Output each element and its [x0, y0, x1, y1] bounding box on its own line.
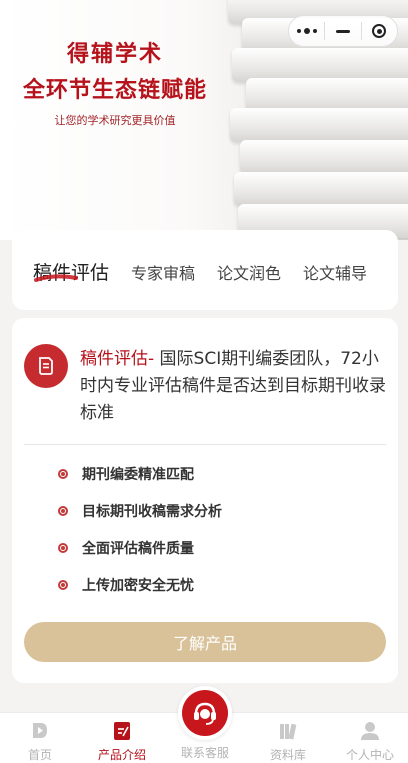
more-menu-button[interactable] [289, 16, 324, 46]
product-icon [114, 722, 130, 740]
nav-contact-label: 联系客服 [180, 746, 229, 760]
nav-home[interactable]: 首页 [4, 713, 76, 763]
minimize-button[interactable] [325, 16, 360, 46]
learn-product-button[interactable]: 了解产品 [24, 622, 386, 662]
user-icon [361, 722, 379, 740]
feature-item: 上传加密安全无忧 [58, 575, 194, 595]
document-icon [24, 344, 68, 388]
active-tab-underline [34, 274, 78, 282]
feature-item: 期刊编委精准匹配 [58, 464, 194, 484]
minimize-icon [335, 29, 350, 33]
feature-item: 全面评估稿件质量 [58, 538, 194, 558]
product-detail-card: 稿件评估- 国际SCI期刊编委团队，72小时内专业评估稿件是否达到目标期刊收录标… [12, 318, 398, 683]
banner-subtitle: 让您的学术研究更具价值 [54, 114, 176, 127]
divider [24, 444, 386, 445]
tab-expert-review[interactable]: 专家审稿 [131, 260, 195, 284]
home-icon [33, 723, 47, 738]
bullet-icon [58, 506, 68, 516]
tab-polishing[interactable]: 论文润色 [217, 260, 281, 284]
product-name-highlight: 稿件评估- [80, 349, 155, 369]
banner-title: 得辅学术 [66, 42, 163, 67]
product-tabs: 稿件评估 专家审稿 论文润色 论文辅导 [12, 230, 398, 310]
bullet-icon [58, 543, 68, 553]
contact-service-button[interactable] [178, 686, 232, 740]
library-icon [280, 723, 297, 740]
feature-item: 目标期刊收稿需求分析 [58, 501, 222, 521]
nav-library[interactable]: 资料库 [252, 713, 324, 763]
nav-products[interactable]: 产品介绍 [86, 713, 158, 763]
bullet-icon [58, 580, 68, 590]
target-close-icon [372, 24, 387, 38]
nav-profile[interactable]: 个人中心 [334, 713, 406, 763]
tab-tutoring[interactable]: 论文辅导 [303, 260, 367, 284]
close-miniprogram-button[interactable] [362, 16, 397, 46]
banner-slogan: 全环节生态链赋能 [22, 78, 207, 103]
more-dots-icon [296, 28, 317, 34]
headset-icon [194, 702, 216, 725]
bullet-icon [58, 469, 68, 479]
product-description: 稿件评估- 国际SCI期刊编委团队，72小时内专业评估稿件是否达到目标期刊收录标… [80, 346, 390, 427]
miniprogram-capsule [288, 15, 398, 47]
